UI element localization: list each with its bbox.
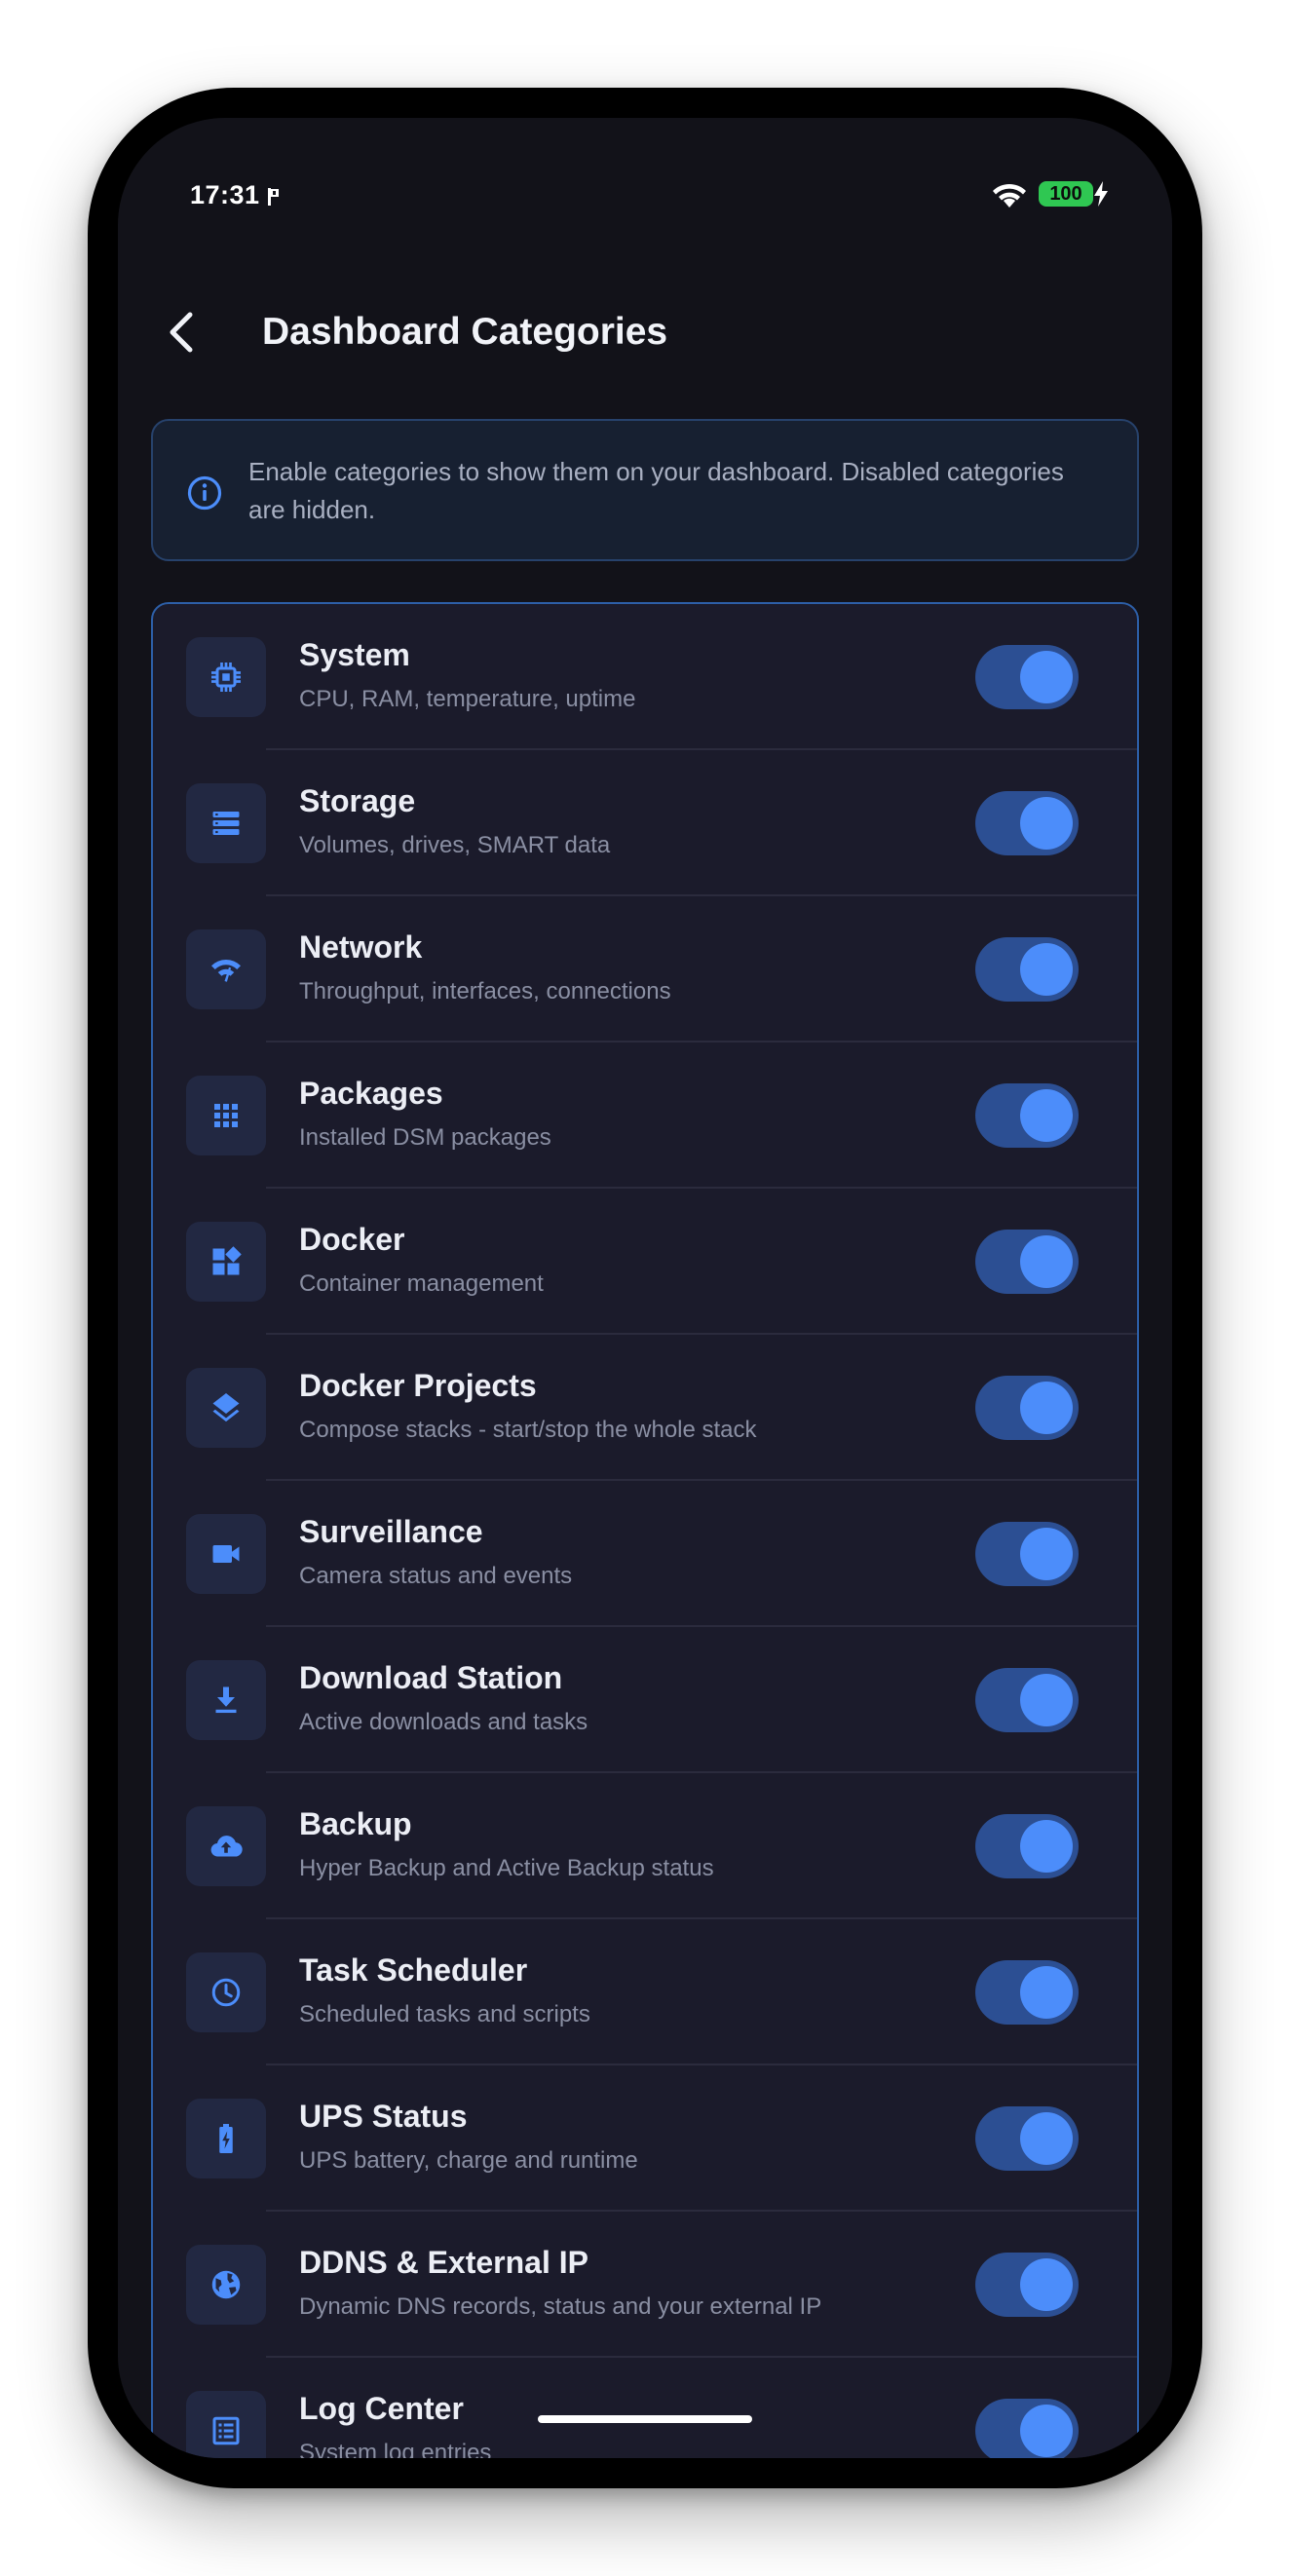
toggle-knob bbox=[1020, 1235, 1073, 1288]
category-title: Docker bbox=[299, 1222, 405, 1257]
widgets-icon bbox=[186, 1222, 266, 1302]
category-subtitle: Camera status and events bbox=[299, 1563, 573, 1589]
toggle-surveillance[interactable] bbox=[975, 1522, 1079, 1586]
toggle-log-center[interactable] bbox=[975, 2399, 1079, 2458]
toggle-knob bbox=[1020, 1820, 1073, 1873]
category-title: Log Center bbox=[299, 2391, 464, 2426]
category-title: Packages bbox=[299, 1076, 443, 1111]
info-text: Enable categories to show them on your d… bbox=[248, 457, 1064, 524]
toggle-task-scheduler[interactable] bbox=[975, 1960, 1079, 2025]
toggle-knob bbox=[1020, 1382, 1073, 1434]
battery-charging-icon bbox=[186, 2099, 266, 2178]
category-row-packages[interactable]: Packages Installed DSM packages bbox=[153, 1042, 1137, 1189]
home-indicator[interactable] bbox=[538, 2415, 752, 2423]
cloud-upload-icon bbox=[186, 1806, 266, 1886]
category-list: System CPU, RAM, temperature, uptime Sto… bbox=[151, 602, 1139, 2458]
category-subtitle: UPS battery, charge and runtime bbox=[299, 2147, 638, 2174]
log-list-icon bbox=[186, 2391, 266, 2458]
toggle-knob bbox=[1020, 651, 1073, 703]
toggle-knob bbox=[1020, 2405, 1073, 2457]
category-row-system[interactable]: System CPU, RAM, temperature, uptime bbox=[153, 604, 1137, 750]
category-row-docker-projects[interactable]: Docker Projects Compose stacks - start/s… bbox=[153, 1335, 1137, 1481]
category-title: Surveillance bbox=[299, 1514, 483, 1549]
screen: 17:31 100 Dashboard Categories Enable ca… bbox=[118, 118, 1172, 2458]
category-title: Docker Projects bbox=[299, 1368, 537, 1403]
category-title: Task Scheduler bbox=[299, 1952, 528, 1988]
download-icon bbox=[186, 1660, 266, 1740]
toggle-network[interactable] bbox=[975, 937, 1079, 1002]
layers-icon bbox=[186, 1368, 266, 1448]
category-title: System bbox=[299, 637, 410, 672]
apps-grid-icon bbox=[186, 1076, 266, 1155]
back-button[interactable] bbox=[147, 298, 215, 366]
cpu-icon bbox=[186, 637, 266, 717]
category-row-backup[interactable]: Backup Hyper Backup and Active Backup st… bbox=[153, 1773, 1137, 1919]
category-title: Backup bbox=[299, 1806, 412, 1841]
category-subtitle: Container management bbox=[299, 1270, 544, 1297]
category-subtitle: Active downloads and tasks bbox=[299, 1709, 588, 1735]
toggle-knob bbox=[1020, 1674, 1073, 1726]
category-title: DDNS & External IP bbox=[299, 2245, 588, 2280]
category-title: UPS Status bbox=[299, 2099, 468, 2134]
category-row-network[interactable]: Network Throughput, interfaces, connecti… bbox=[153, 896, 1137, 1042]
category-subtitle: Dynamic DNS records, status and your ext… bbox=[299, 2293, 822, 2320]
toggle-knob bbox=[1020, 943, 1073, 996]
toggle-backup[interactable] bbox=[975, 1814, 1079, 1878]
charging-bolt-icon bbox=[1094, 181, 1108, 207]
toggle-docker-projects[interactable] bbox=[975, 1376, 1079, 1440]
status-time: 17:31 bbox=[190, 180, 260, 209]
category-title: Storage bbox=[299, 783, 416, 818]
category-subtitle: Volumes, drives, SMART data bbox=[299, 832, 611, 858]
battery-icon: 100 bbox=[1039, 181, 1093, 207]
toggle-knob bbox=[1020, 1089, 1073, 1142]
chevron-left-icon bbox=[170, 312, 193, 353]
globe-icon bbox=[186, 2245, 266, 2325]
toggle-packages[interactable] bbox=[975, 1083, 1079, 1148]
toggle-knob bbox=[1020, 797, 1073, 850]
toggle-storage[interactable] bbox=[975, 791, 1079, 855]
category-subtitle: Scheduled tasks and scripts bbox=[299, 2001, 590, 2027]
category-subtitle: System log entries bbox=[299, 2440, 492, 2458]
category-subtitle: Hyper Backup and Active Backup status bbox=[299, 1855, 714, 1881]
network-icon bbox=[186, 929, 266, 1009]
toggle-knob bbox=[1020, 2112, 1073, 2165]
flag-icon bbox=[268, 188, 279, 206]
category-subtitle: Compose stacks - start/stop the whole st… bbox=[299, 1417, 757, 1443]
category-row-log-center[interactable]: Log Center System log entries bbox=[153, 2358, 1137, 2458]
toggle-download-station[interactable] bbox=[975, 1668, 1079, 1732]
toggle-knob bbox=[1020, 1966, 1073, 2019]
toggle-docker[interactable] bbox=[975, 1230, 1079, 1294]
clock-icon bbox=[186, 1952, 266, 2032]
category-title: Network bbox=[299, 929, 423, 965]
category-subtitle: Throughput, interfaces, connections bbox=[299, 978, 671, 1004]
category-row-ddns[interactable]: DDNS & External IP Dynamic DNS records, … bbox=[153, 2212, 1137, 2358]
wifi-icon bbox=[993, 183, 1026, 208]
toggle-ddns[interactable] bbox=[975, 2253, 1079, 2317]
page-title: Dashboard Categories bbox=[262, 311, 668, 353]
category-row-docker[interactable]: Docker Container management bbox=[153, 1189, 1137, 1335]
category-subtitle: CPU, RAM, temperature, uptime bbox=[299, 686, 636, 712]
storage-icon bbox=[186, 783, 266, 863]
category-row-download-station[interactable]: Download Station Active downloads and ta… bbox=[153, 1627, 1137, 1773]
toggle-ups-status[interactable] bbox=[975, 2106, 1079, 2171]
toggle-knob bbox=[1020, 1528, 1073, 1580]
category-row-surveillance[interactable]: Surveillance Camera status and events bbox=[153, 1481, 1137, 1627]
category-row-task-scheduler[interactable]: Task Scheduler Scheduled tasks and scrip… bbox=[153, 1919, 1137, 2065]
toggle-system[interactable] bbox=[975, 645, 1079, 709]
category-row-storage[interactable]: Storage Volumes, drives, SMART data bbox=[153, 750, 1137, 896]
toggle-knob bbox=[1020, 2258, 1073, 2311]
info-icon bbox=[187, 475, 222, 511]
category-subtitle: Installed DSM packages bbox=[299, 1124, 551, 1151]
category-row-ups-status[interactable]: UPS Status UPS battery, charge and runti… bbox=[153, 2065, 1137, 2212]
info-banner: Enable categories to show them on your d… bbox=[151, 419, 1139, 561]
category-title: Download Station bbox=[299, 1660, 563, 1695]
videocam-icon bbox=[186, 1514, 266, 1594]
